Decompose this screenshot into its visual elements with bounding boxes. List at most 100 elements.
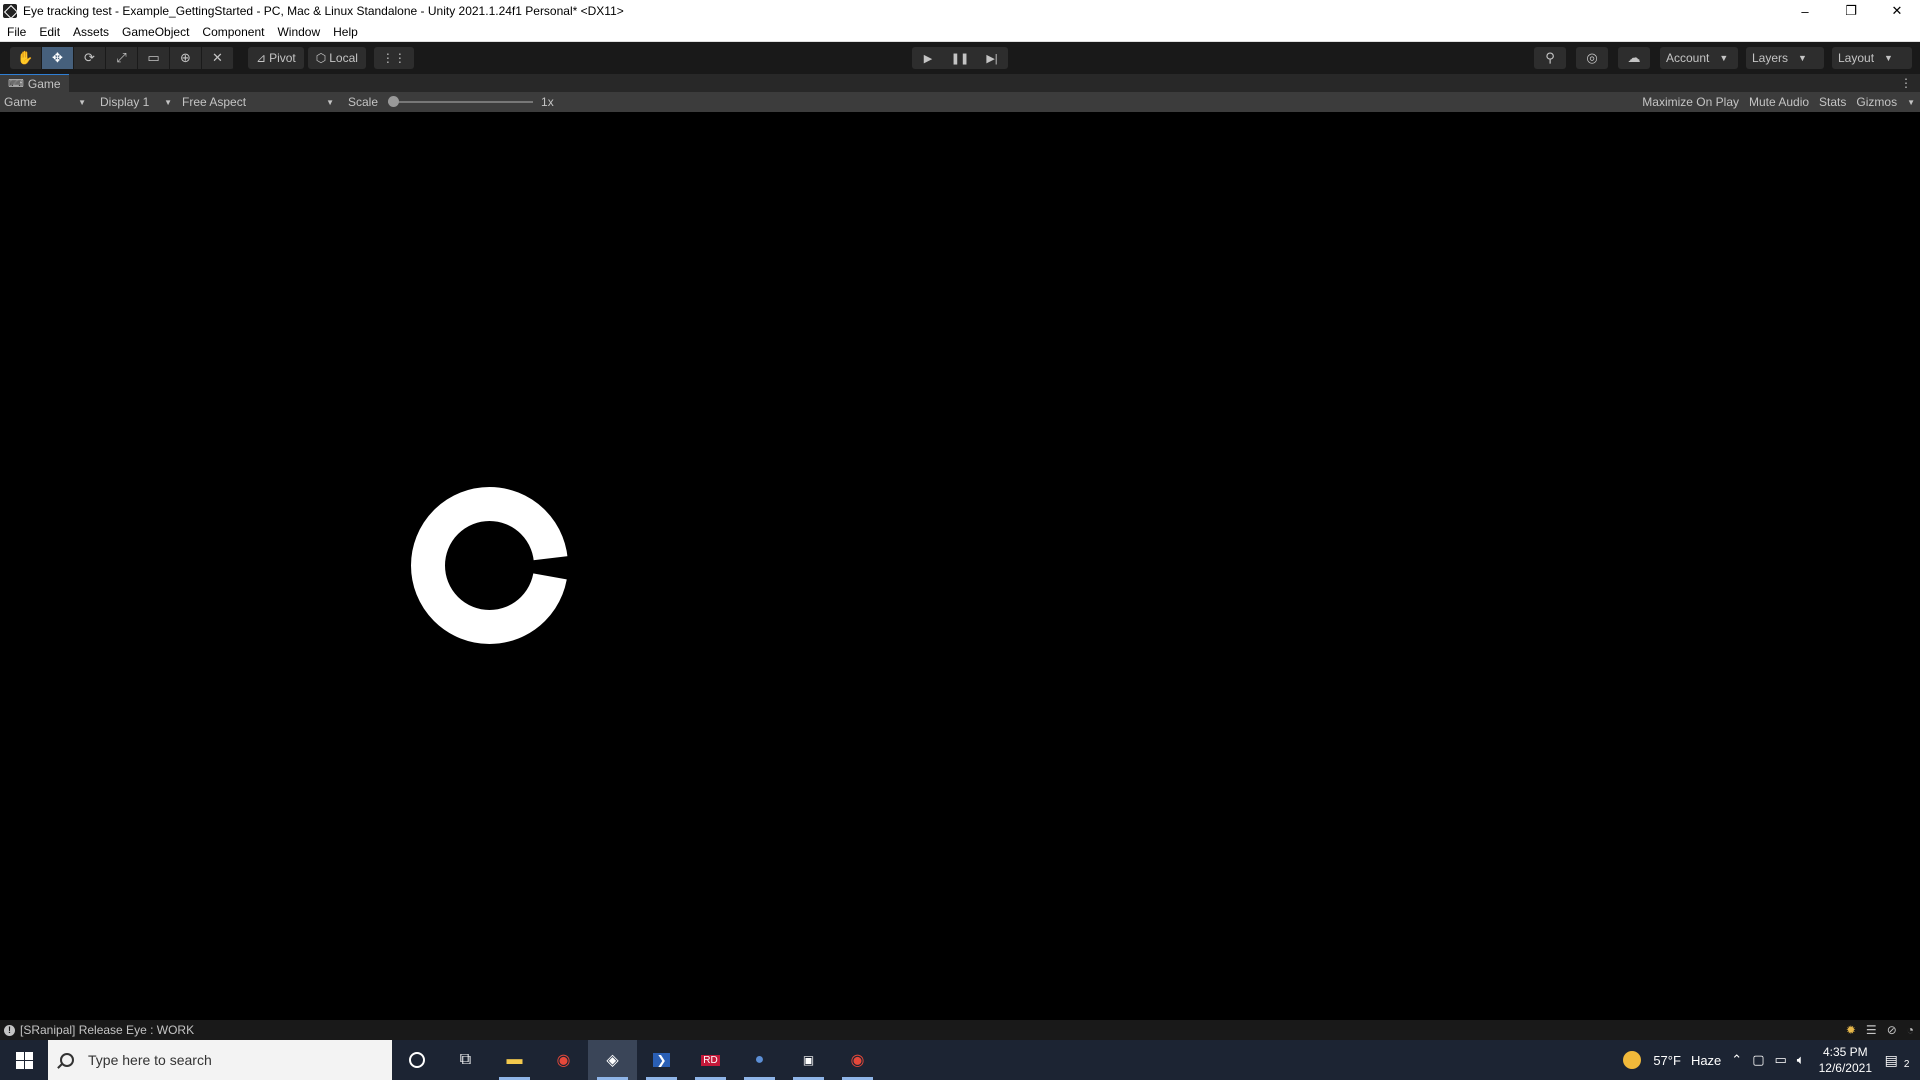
windows-logo-icon xyxy=(15,1051,33,1069)
game-viewport[interactable] xyxy=(0,112,1920,1020)
move-tool-icon[interactable]: ✥ xyxy=(42,47,74,69)
account-dropdown[interactable]: Account ▼ xyxy=(1660,47,1738,69)
view-mode-label: Game xyxy=(4,95,37,109)
scale-slider[interactable] xyxy=(388,96,534,107)
taskbar-unity[interactable]: ◈ xyxy=(588,1040,637,1080)
close-button[interactable]: ✕ xyxy=(1874,0,1920,22)
tab-game[interactable]: ⌨ Game xyxy=(0,74,69,92)
menu-bar: File Edit Assets GameObject Component Wi… xyxy=(0,22,1920,42)
layout-label: Layout xyxy=(1838,51,1875,65)
grid-snap-icon: ⋮⋮ xyxy=(381,51,406,65)
menu-component[interactable]: Component xyxy=(202,25,264,39)
view-mode-dropdown[interactable]: Game ▼ xyxy=(0,92,90,112)
taskbar-clock[interactable]: 4:35 PM 12/6/2021 xyxy=(1819,1044,1872,1076)
chevron-down-icon: ▼ xyxy=(1719,53,1729,63)
network-icon[interactable]: ▭ xyxy=(1775,1052,1787,1068)
weather-sun-icon[interactable] xyxy=(1623,1051,1642,1069)
taskbar-terminal[interactable]: ▣ xyxy=(784,1040,833,1080)
taskbar-rider[interactable]: RD xyxy=(686,1040,735,1080)
local-toggle[interactable]: ⬡ Local xyxy=(307,47,366,69)
console-status-bar[interactable]: ! [SRanipal] Release Eye : WORK ✹ ☰ ⊘ ◔ xyxy=(0,1020,1920,1040)
weather-description[interactable]: Haze xyxy=(1691,1053,1721,1068)
layers-dropdown[interactable]: Layers ▼ xyxy=(1746,47,1824,69)
aspect-label: Free Aspect xyxy=(182,95,247,109)
pivot-toggle[interactable]: ⊿ Pivot xyxy=(248,47,304,69)
folder-icon: ▬ xyxy=(506,1051,523,1068)
status-message: [SRanipal] Release Eye : WORK xyxy=(20,1023,195,1037)
notification-center-button[interactable]: ▤ 2 xyxy=(1884,1040,1920,1080)
pivot-icon: ⊿ xyxy=(256,51,267,65)
task-view-button[interactable]: ⧉ xyxy=(441,1040,490,1080)
task-view-icon: ⧉ xyxy=(459,1051,472,1068)
notification-icon: ▤ xyxy=(1884,1051,1898,1068)
scale-tool-icon[interactable]: ⤢ xyxy=(106,47,138,69)
window-title: Eye tracking test - Example_GettingStart… xyxy=(23,4,624,18)
clock-time: 4:35 PM xyxy=(1822,1045,1868,1059)
menu-file[interactable]: File xyxy=(7,25,26,39)
volume-icon[interactable]: 🔈︎ xyxy=(1797,1052,1805,1068)
menu-window[interactable]: Window xyxy=(277,25,320,39)
layout-dropdown[interactable]: Layout ▼ xyxy=(1832,47,1912,69)
start-button[interactable] xyxy=(0,1040,48,1080)
custom-tool-icon[interactable]: ✕ xyxy=(202,47,234,69)
mute-audio-toggle[interactable]: Mute Audio xyxy=(1744,95,1814,109)
cache-icon[interactable]: ☰ xyxy=(1866,1023,1877,1037)
taskbar-search-box[interactable]: Type here to search xyxy=(48,1040,392,1080)
system-tray: 57°F Haze ⌃ ▢ ▭ 🔈︎ 4:35 PM 12/6/2021 ▤ 2 xyxy=(1623,1040,1920,1080)
step-icon[interactable]: ▶| xyxy=(976,47,1008,69)
gizmos-toggle[interactable]: Gizmos xyxy=(1851,95,1902,109)
display-label: Display 1 xyxy=(100,95,150,109)
transform-tool-icon[interactable]: ⊕ xyxy=(170,47,202,69)
aspect-dropdown[interactable]: Free Aspect ▼ xyxy=(178,92,338,112)
bug-icon[interactable]: ✹ xyxy=(1846,1023,1856,1037)
toolbar-right: ⚲ ◎ ☁ Account ▼ Layers ▼ Layout ▼ xyxy=(1534,47,1920,69)
cortana-icon xyxy=(408,1052,425,1068)
taskbar-chrome[interactable]: ◉ xyxy=(539,1040,588,1080)
collab-icon[interactable]: ◎ xyxy=(1576,47,1608,69)
menu-edit[interactable]: Edit xyxy=(39,25,60,39)
display-dropdown[interactable]: Display 1 ▼ xyxy=(96,92,176,112)
play-icon[interactable]: ▶ xyxy=(912,47,944,69)
chevron-down-icon[interactable]: ▼ xyxy=(1902,98,1920,107)
stats-toggle[interactable]: Stats xyxy=(1814,95,1851,109)
windows-taskbar: Type here to search ⧉ ▬ ◉ ◈ ❯ RD ● ▣ ◉ 5… xyxy=(0,1040,1920,1080)
scale-slider-handle[interactable] xyxy=(388,96,400,107)
chevron-up-icon[interactable]: ⌃ xyxy=(1731,1052,1742,1068)
taskbar-vr-app[interactable]: ● xyxy=(735,1040,784,1080)
tab-game-label: Game xyxy=(27,76,61,91)
chevron-down-icon: ▼ xyxy=(1884,53,1893,63)
taskbar-chrome-2[interactable]: ◉ xyxy=(833,1040,882,1080)
chrome-icon: ◉ xyxy=(850,1052,865,1069)
menu-help[interactable]: Help xyxy=(333,25,358,39)
menu-gameobject[interactable]: GameObject xyxy=(122,25,189,39)
restore-button[interactable]: ❐ xyxy=(1828,0,1874,22)
maximize-on-play-toggle[interactable]: Maximize On Play xyxy=(1637,95,1744,109)
scale-label: Scale xyxy=(348,95,379,109)
transform-tools: ✋ ✥ ⟳ ⤢ ▭ ⊕ ✕ xyxy=(10,47,234,69)
progress-icon[interactable]: ◔ xyxy=(1907,1023,1914,1037)
menu-assets[interactable]: Assets xyxy=(73,25,109,39)
taskbar-file-explorer[interactable]: ▬ xyxy=(490,1040,539,1080)
local-label: Local xyxy=(329,51,358,65)
weather-temperature[interactable]: 57°F xyxy=(1653,1053,1681,1068)
vr-icon: ● xyxy=(754,1051,765,1068)
taskbar-powershell[interactable]: ❯ xyxy=(637,1040,686,1080)
cortana-button[interactable] xyxy=(392,1040,441,1080)
more-options-icon[interactable]: ⋮ xyxy=(1900,76,1912,90)
cloud-icon[interactable]: ☁ xyxy=(1618,47,1650,69)
grid-snap-button[interactable]: ⋮⋮ xyxy=(373,47,414,69)
clock-date: 12/6/2021 xyxy=(1818,1061,1872,1075)
minimize-button[interactable]: – xyxy=(1782,0,1828,22)
account-label: Account xyxy=(1666,51,1710,65)
pause-icon[interactable]: ❚❚ xyxy=(944,47,976,69)
status-icons: ✹ ☰ ⊘ ◔ xyxy=(1846,1023,1920,1037)
rotate-tool-icon[interactable]: ⟳ xyxy=(74,47,106,69)
chrome-icon: ◉ xyxy=(556,1052,571,1069)
network-icon[interactable]: ⊘ xyxy=(1887,1023,1897,1037)
rect-tool-icon[interactable]: ▭ xyxy=(138,47,170,69)
hand-tool-icon[interactable]: ✋ xyxy=(10,47,42,69)
powershell-icon: ❯ xyxy=(653,1053,670,1067)
search-icon[interactable]: ⚲ xyxy=(1534,47,1566,69)
rider-icon: RD xyxy=(701,1054,720,1066)
meet-now-icon[interactable]: ▢ xyxy=(1752,1052,1764,1068)
